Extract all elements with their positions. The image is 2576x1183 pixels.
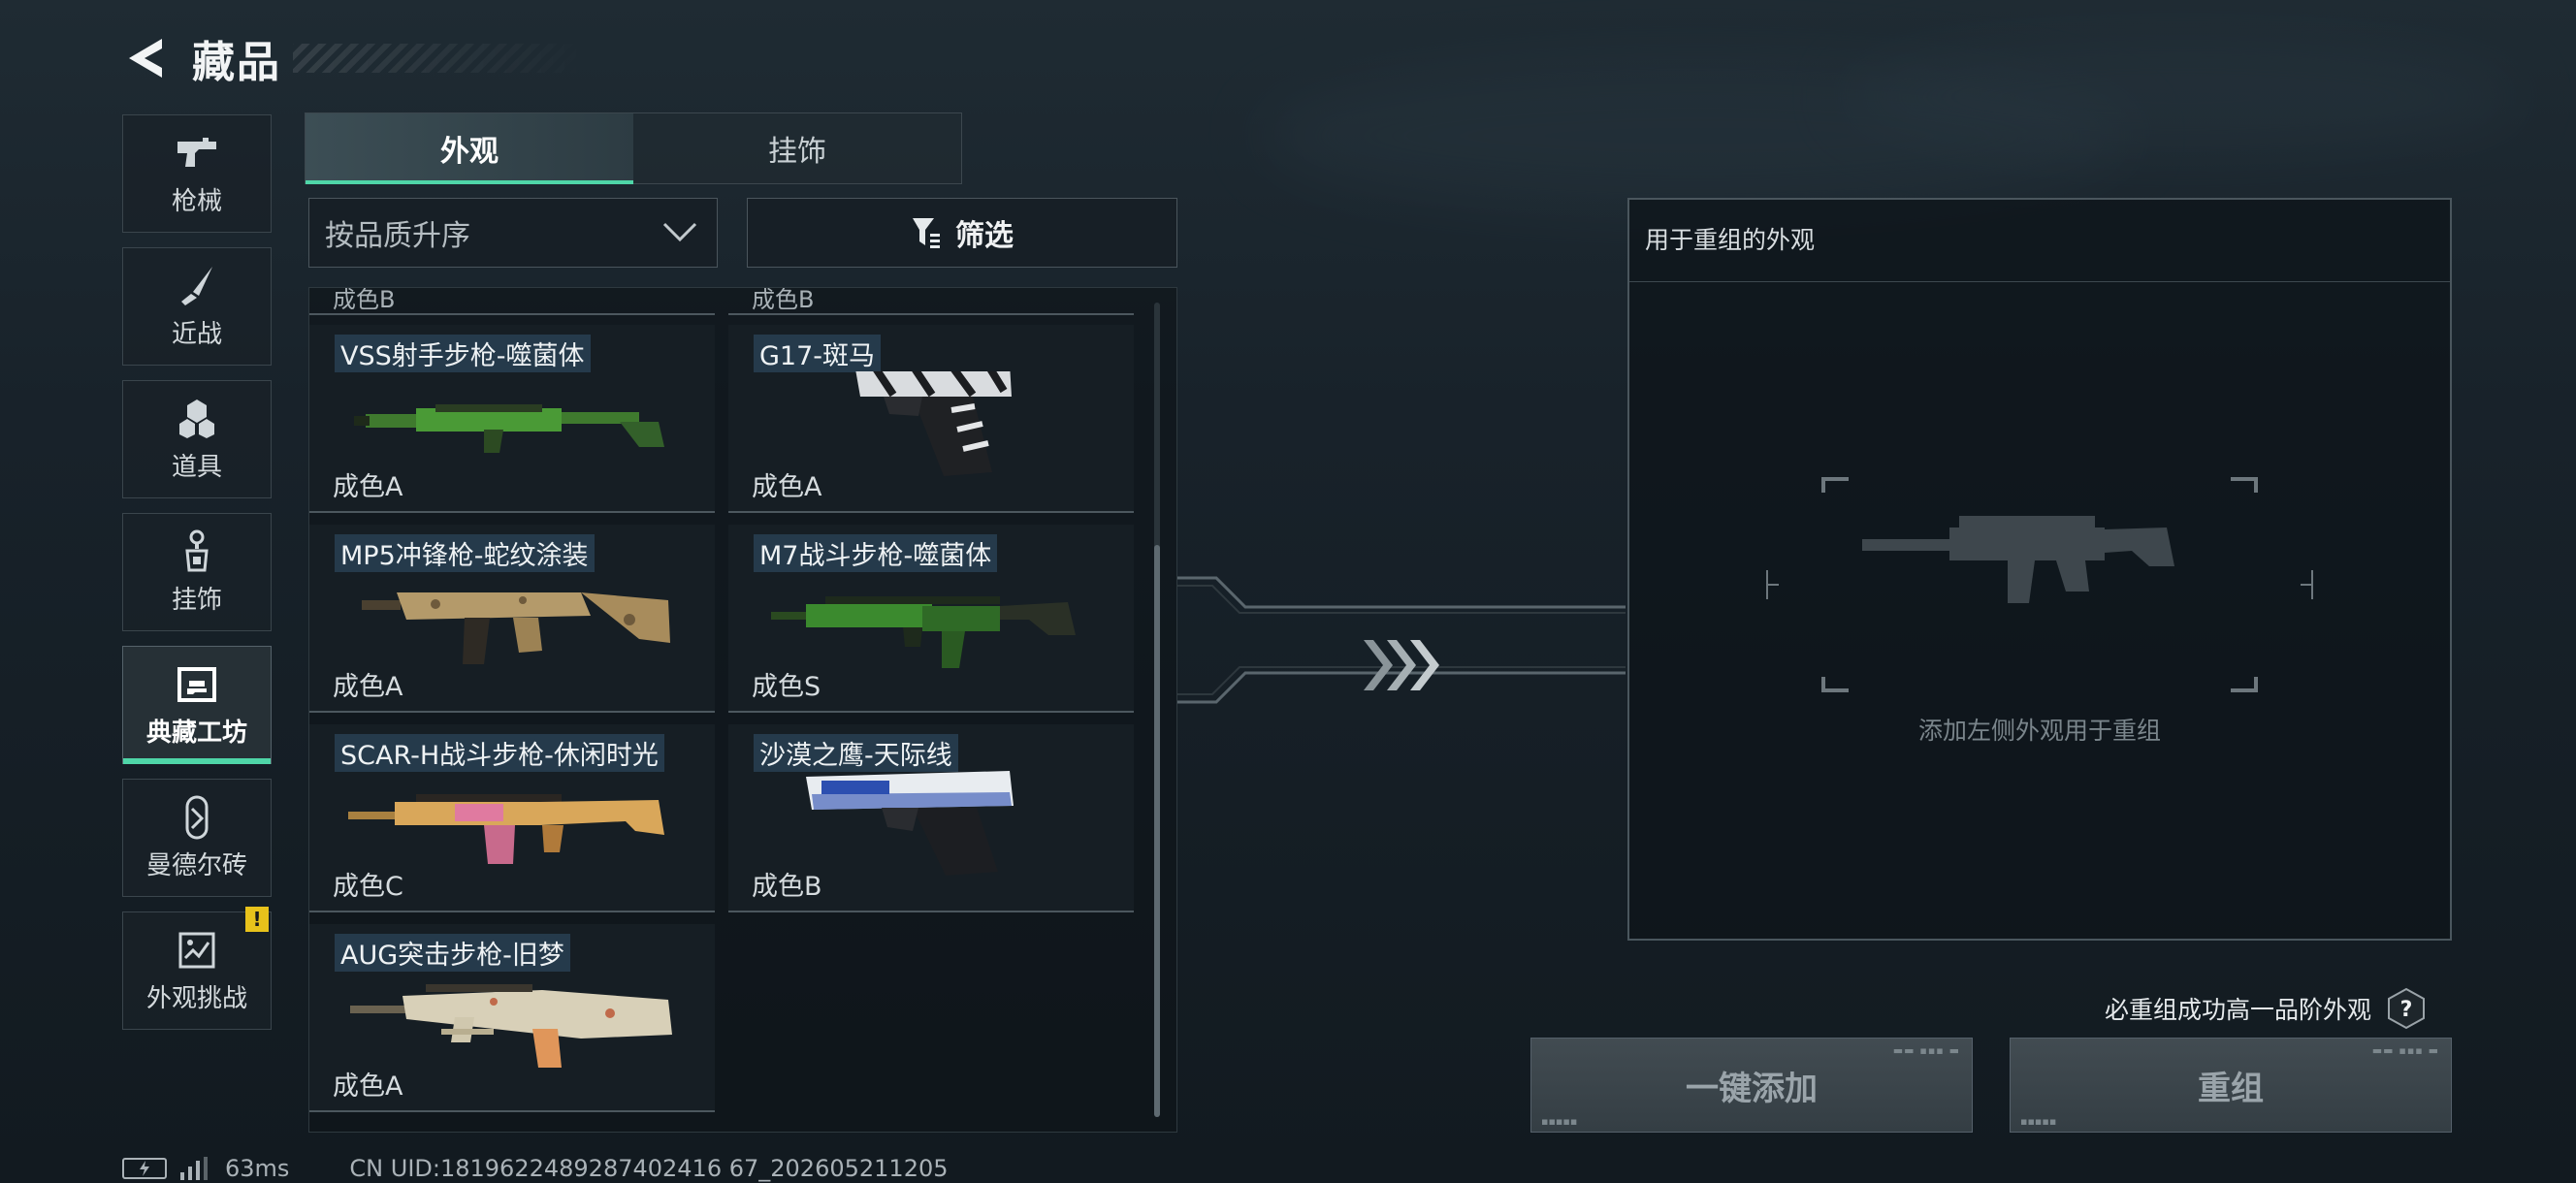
page-header: 藏品 bbox=[122, 19, 594, 97]
grenade-cluster-icon bbox=[175, 397, 219, 441]
warning-badge: ! bbox=[245, 907, 269, 932]
recombine-button[interactable]: ▬▬ ▪▪▪ ▬ ▪▪▪▪▪ 重组 bbox=[2010, 1038, 2452, 1133]
skin-grade: 成色C bbox=[333, 872, 403, 902]
tab-charms[interactable]: 挂饰 bbox=[633, 113, 961, 183]
skin-card[interactable]: G17-斑马 成色A bbox=[728, 325, 1134, 513]
sort-dropdown[interactable]: 按品质升序 bbox=[308, 198, 718, 268]
skin-card[interactable]: 沙漠之鹰-天际线 成色B bbox=[728, 724, 1134, 912]
weapon-image bbox=[354, 404, 664, 453]
divider bbox=[728, 313, 1134, 315]
skin-grid[interactable]: 成色B 成色B VSS射手步枪-噬菌体 成色A G17-斑马 成色A MP5冲锋… bbox=[308, 287, 1177, 1133]
back-chevron-icon bbox=[129, 39, 162, 78]
ping-value: 63ms bbox=[225, 1155, 290, 1182]
scrollbar-thumb[interactable] bbox=[1154, 545, 1160, 1117]
help-button[interactable]: ? bbox=[2385, 987, 2428, 1030]
pistol-icon bbox=[175, 131, 219, 176]
recombine-label: 重组 bbox=[2198, 1069, 2264, 1108]
mandel-brick-icon bbox=[175, 795, 219, 840]
sidebar-item-skin-challenge[interactable]: ! 外观挑战 bbox=[122, 907, 272, 1030]
sidebar-item-guns[interactable]: 枪械 bbox=[122, 114, 272, 233]
add-all-button[interactable]: ▬▬ ▪▪▪ ▬ ▪▪▪▪▪ 一键添加 bbox=[1530, 1038, 1973, 1133]
button-texture: ▪▪▪▪▪ bbox=[2020, 1115, 2057, 1128]
help-icon: ? bbox=[2388, 987, 2426, 1030]
panel-title: 用于重组的外观 bbox=[1645, 226, 1816, 254]
knife-icon bbox=[175, 264, 219, 308]
skin-card[interactable]: MP5冲锋枪-蛇纹涂装 成色A bbox=[309, 525, 715, 713]
sidebar-item-items[interactable]: 道具 bbox=[122, 380, 272, 498]
button-texture: ▪▪▪▪▪ bbox=[1541, 1115, 1578, 1128]
category-sidebar: 枪械 近战 道具 挂饰 典藏工坊 曼德尔砖 ! 外观挑战 bbox=[122, 114, 272, 1044]
workshop-frame-icon bbox=[175, 662, 219, 707]
skin-name: 沙漠之鹰-天际线 bbox=[754, 734, 958, 772]
skin-grade: 成色A bbox=[752, 472, 822, 502]
guarantee-note: 必重组成功高一品阶外观 ? bbox=[2105, 987, 2428, 1030]
skin-card[interactable]: AUG突击步枪-旧梦 成色A bbox=[309, 924, 715, 1112]
partial-grade-left: 成色B bbox=[333, 287, 396, 313]
recombine-panel[interactable]: 用于重组的外观 添加左侧外观用于重组 bbox=[1627, 198, 2452, 941]
collection-tabs: 外观 挂饰 bbox=[305, 112, 962, 184]
filter-button[interactable]: 筛选 bbox=[747, 198, 1177, 268]
skin-name: M7战斗步枪-噬菌体 bbox=[754, 534, 998, 572]
skin-name: G17-斑马 bbox=[754, 335, 882, 372]
panel-hint: 添加左侧外观用于重组 bbox=[1917, 717, 2161, 745]
skin-card[interactable]: VSS射手步枪-噬菌体 成色A bbox=[309, 325, 715, 513]
skin-grade: 成色A bbox=[333, 672, 403, 702]
guarantee-text: 必重组成功高一品阶外观 bbox=[2105, 996, 2372, 1024]
battery-icon bbox=[122, 1158, 167, 1179]
status-bar: 63ms CN UID:1819622489287402416 67_20260… bbox=[122, 1154, 949, 1183]
rifle-placeholder-icon bbox=[1766, 477, 2313, 692]
weapon-image bbox=[348, 794, 664, 864]
skin-grade: 成色A bbox=[333, 1071, 403, 1102]
skin-name: SCAR-H战斗步枪-休闲时光 bbox=[335, 734, 664, 772]
sidebar-item-melee[interactable]: 近战 bbox=[122, 247, 272, 366]
sidebar-item-charms[interactable]: 挂饰 bbox=[122, 513, 272, 631]
tab-skins[interactable]: 外观 bbox=[306, 113, 633, 184]
skin-card[interactable]: M7战斗步枪-噬菌体 成色S bbox=[728, 525, 1134, 713]
skin-grade: 成色S bbox=[752, 672, 821, 702]
filter-icon bbox=[913, 218, 940, 248]
charm-icon bbox=[175, 529, 219, 574]
sidebar-item-workshop[interactable]: 典藏工坊 bbox=[122, 646, 272, 764]
button-texture: ▬▬ ▪▪▪ ▬ bbox=[2371, 1044, 2439, 1057]
partial-row: 成色B 成色B bbox=[309, 288, 1176, 317]
skin-card[interactable]: SCAR-H战斗步枪-休闲时光 成色C bbox=[309, 724, 715, 912]
back-button[interactable] bbox=[122, 36, 167, 80]
filter-label: 筛选 bbox=[955, 219, 1014, 253]
weapon-image bbox=[855, 371, 1012, 476]
background-texture bbox=[1843, 39, 2522, 155]
add-all-label: 一键添加 bbox=[1686, 1069, 1818, 1108]
divider bbox=[1629, 281, 2450, 282]
signal-icon bbox=[180, 1157, 208, 1180]
sort-value: 按品质升序 bbox=[325, 219, 470, 253]
weapon-image bbox=[771, 596, 1076, 668]
svg-text:?: ? bbox=[2400, 998, 2413, 1022]
chevron-down-icon bbox=[662, 222, 697, 242]
weapon-image bbox=[350, 984, 672, 1068]
button-texture: ▬▬ ▪▪▪ ▬ bbox=[1892, 1044, 1960, 1057]
skin-name: MP5冲锋枪-蛇纹涂装 bbox=[335, 534, 595, 572]
skin-name: VSS射手步枪-噬菌体 bbox=[335, 335, 591, 372]
list-scrollbar[interactable] bbox=[1154, 303, 1160, 1117]
triple-chevron-icon bbox=[1364, 640, 1439, 690]
user-uid: CN UID:1819622489287402416 67_2026052112… bbox=[349, 1155, 949, 1182]
challenge-icon bbox=[175, 928, 219, 973]
weapon-image bbox=[806, 771, 1014, 876]
skin-name: AUG突击步枪-旧梦 bbox=[335, 934, 570, 972]
skin-grade: 成色B bbox=[752, 872, 822, 902]
title-decoration bbox=[293, 44, 594, 73]
partial-grade-right: 成色B bbox=[752, 287, 815, 313]
weapon-image bbox=[362, 592, 670, 664]
divider bbox=[309, 313, 715, 315]
sidebar-item-mandel-brick[interactable]: 曼德尔砖 bbox=[122, 779, 272, 897]
page-title: 藏品 bbox=[192, 38, 281, 87]
skin-grade: 成色A bbox=[333, 472, 403, 502]
